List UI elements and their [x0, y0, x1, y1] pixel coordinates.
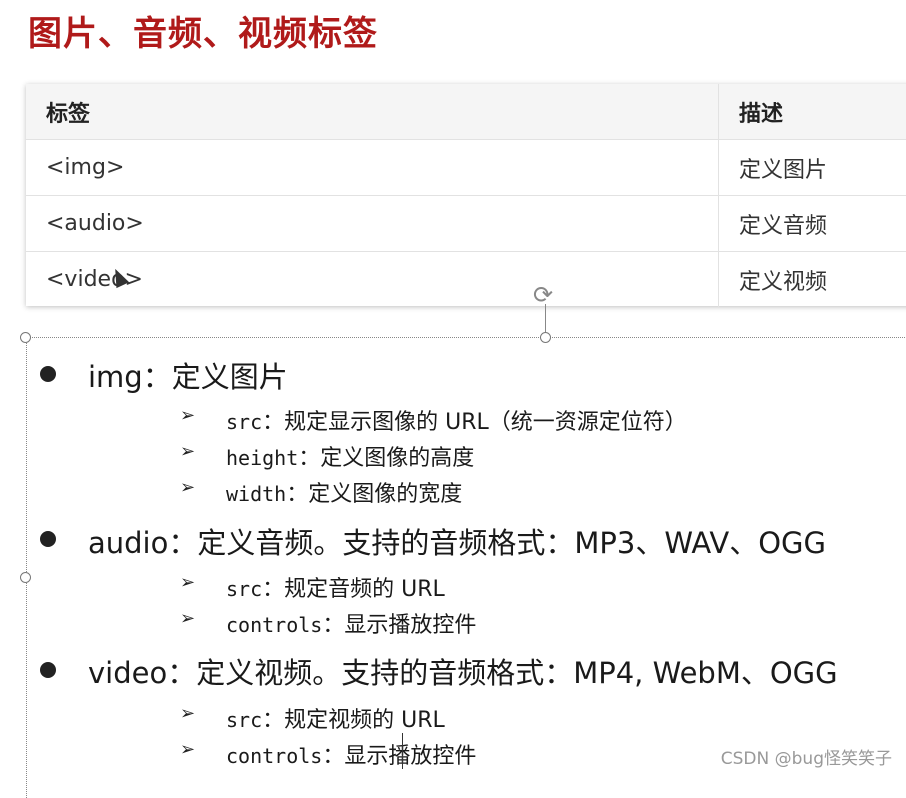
arrow-bullet-icon: ➢	[180, 443, 195, 461]
bullet-dot	[40, 531, 56, 547]
table-row: <img> 定义图片	[26, 140, 906, 196]
bullet-dot	[40, 366, 56, 382]
attr-name: height	[226, 446, 298, 470]
table-cell-desc: 定义视频	[719, 252, 906, 308]
attr-name: controls	[226, 613, 322, 637]
table-header-desc: 描述	[719, 84, 906, 140]
attr-name: controls	[226, 744, 322, 768]
table-cell-tag: <video>	[26, 252, 719, 308]
resize-handle-top-middle[interactable]	[540, 332, 551, 343]
text-caret	[402, 733, 403, 769]
rotate-icon[interactable]: ⟳	[533, 283, 553, 307]
attr-desc: ：定义图像的宽度	[286, 482, 462, 507]
table-header-row: 标签 描述	[26, 84, 906, 140]
sub-item-img-width: width：定义图像的宽度	[226, 476, 462, 508]
table-cell-desc: 定义图片	[719, 140, 906, 196]
sub-item-audio-controls: controls：显示播放控件	[226, 607, 476, 639]
bullet-dot	[40, 662, 56, 678]
bullet-img-label: img：定义图片	[88, 354, 288, 396]
arrow-bullet-icon: ➢	[180, 407, 195, 425]
sub-item-video-controls: controls：显示播放控件	[226, 738, 476, 770]
attr-desc: ：定义图像的高度	[298, 446, 474, 471]
attr-name: width	[226, 482, 286, 506]
arrow-bullet-icon: ➢	[180, 741, 195, 759]
table-cell-desc: 定义音频	[719, 196, 906, 252]
bullet-audio-label: audio：定义音频。支持的音频格式：MP3、WAV、OGG	[88, 520, 826, 562]
watermark: CSDN @bug怪笑笑子	[721, 744, 892, 769]
attr-desc: ：规定音频的 URL	[262, 577, 445, 602]
table-cell-tag: <img>	[26, 140, 719, 196]
sub-item-audio-src: src：规定音频的 URL	[226, 571, 445, 603]
sub-item-video-src: src：规定视频的 URL	[226, 702, 445, 734]
arrow-bullet-icon: ➢	[180, 479, 195, 497]
table-header-tag: 标签	[26, 84, 719, 140]
attr-desc: ：显示播放控件	[322, 744, 476, 769]
attr-desc: ：显示播放控件	[322, 613, 476, 638]
arrow-bullet-icon: ➢	[180, 705, 195, 723]
slide-title: 图片、音频、视频标签	[28, 6, 378, 55]
attr-desc: ：规定显示图像的 URL（统一资源定位符）	[262, 410, 687, 435]
table-row: <audio> 定义音频	[26, 196, 906, 252]
arrow-bullet-icon: ➢	[180, 610, 195, 628]
sub-item-img-src: src：规定显示图像的 URL（统一资源定位符）	[226, 404, 687, 436]
attr-name: src	[226, 577, 262, 601]
sub-item-img-height: height：定义图像的高度	[226, 440, 474, 472]
attr-name: src	[226, 708, 262, 732]
table-cell-tag: <audio>	[26, 196, 719, 252]
arrow-bullet-icon: ➢	[180, 574, 195, 592]
attr-desc: ：规定视频的 URL	[262, 708, 445, 733]
resize-handle-middle-left[interactable]	[20, 572, 31, 583]
attr-name: src	[226, 410, 262, 434]
bullet-video-label: video：定义视频。支持的音频格式：MP4, WebM、OGG	[88, 650, 838, 692]
tag-table: 标签 描述 <img> 定义图片 <audio> 定义音频 <video> 定义…	[26, 84, 906, 306]
table-row: <video> 定义视频	[26, 252, 906, 308]
resize-handle-top-left[interactable]	[20, 332, 31, 343]
